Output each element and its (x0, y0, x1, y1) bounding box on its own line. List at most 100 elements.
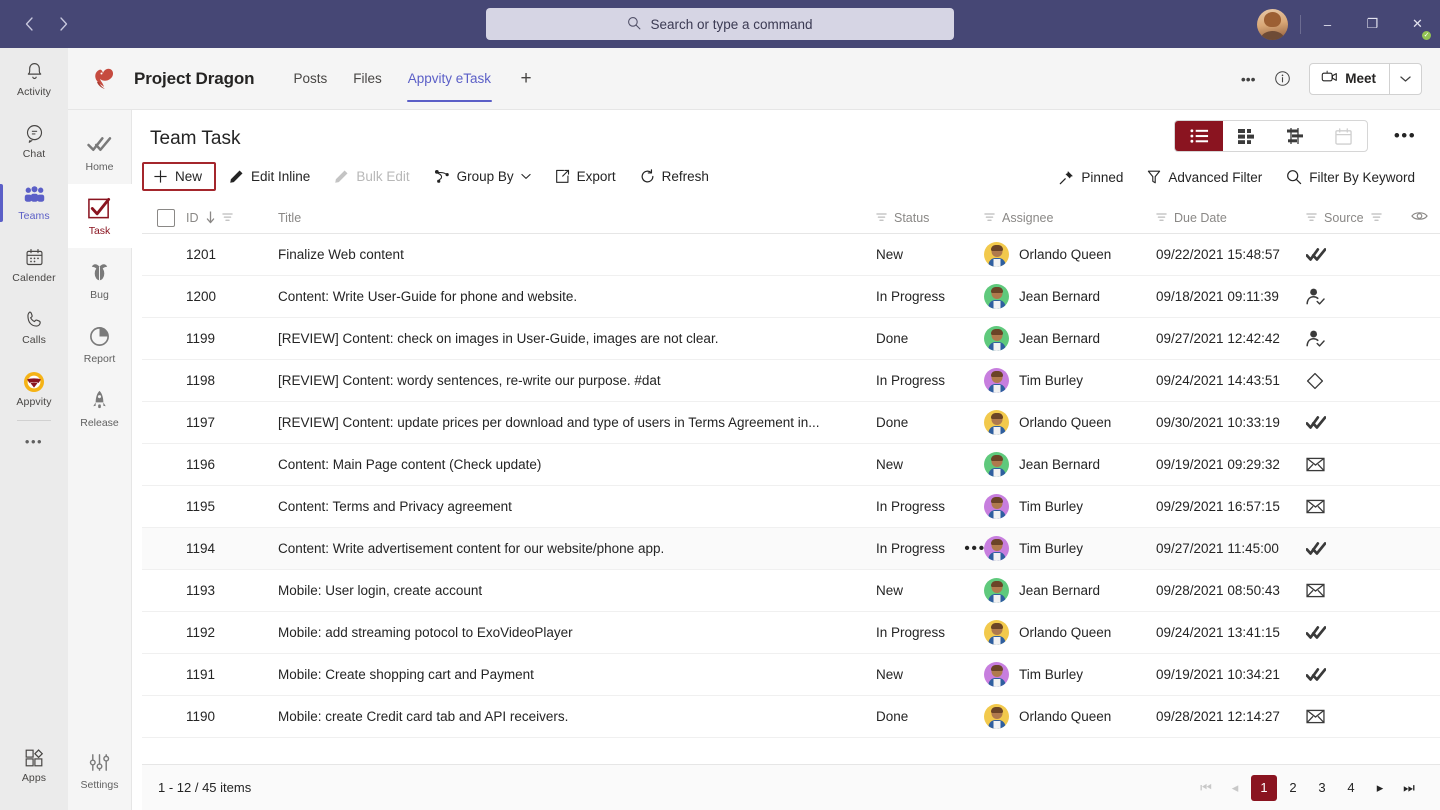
table-row[interactable]: 1193 Mobile: User login, create account … (142, 570, 1440, 612)
user-avatar[interactable] (1257, 9, 1288, 40)
app-nav-item-release[interactable]: Release (68, 376, 132, 440)
channel-header-actions: ••• Meet (1233, 63, 1422, 95)
table-row[interactable]: 1201 Finalize Web content New Orlando Qu… (142, 234, 1440, 276)
column-header-source[interactable]: Source (1306, 211, 1398, 225)
column-header-assignee[interactable]: Assignee (984, 211, 1156, 225)
group-by-button[interactable]: Group By (423, 162, 542, 191)
cell-title[interactable]: [REVIEW] Content: check on images in Use… (278, 331, 876, 346)
table-row[interactable]: 1197 [REVIEW] Content: update prices per… (142, 402, 1440, 444)
avatar (984, 536, 1009, 561)
list-view-button[interactable] (1175, 121, 1223, 151)
pinned-button[interactable]: Pinned (1048, 163, 1134, 192)
select-all-checkbox[interactable] (157, 209, 175, 227)
sidebar-item-calendar[interactable]: Calender (0, 234, 68, 296)
advanced-filter-button[interactable]: Advanced Filter (1136, 162, 1273, 192)
channel-header: Project Dragon Posts Files Appvity eTask… (68, 48, 1440, 110)
column-visibility-button[interactable] (1398, 210, 1440, 225)
close-button[interactable]: ✕ (1395, 0, 1440, 48)
cell-title[interactable]: Mobile: create Credit card tab and API r… (278, 709, 876, 724)
table-row[interactable]: 1194 Content: Write advertisement conten… (142, 528, 1440, 570)
app-nav-item-home[interactable]: Home (68, 120, 132, 184)
pagination-next[interactable]: ▸ (1367, 775, 1393, 801)
cell-title[interactable]: Content: Write User-Guide for phone and … (278, 289, 876, 304)
refresh-button[interactable]: Refresh (629, 162, 720, 191)
cell-source (1306, 709, 1398, 724)
pagination-page-2[interactable]: 2 (1280, 775, 1306, 801)
gantt-view-button[interactable] (1271, 121, 1319, 151)
app-nav-item-report[interactable]: Report (68, 312, 132, 376)
calendar-view-button[interactable] (1319, 121, 1367, 151)
column-header-id[interactable]: ID (186, 211, 278, 225)
global-search[interactable]: Search or type a command (486, 8, 954, 40)
table-row[interactable]: 1195 Content: Terms and Privacy agreemen… (142, 486, 1440, 528)
cell-id: 1197 (186, 415, 278, 430)
info-icon[interactable] (1267, 64, 1297, 94)
minimize-button[interactable]: – (1305, 0, 1350, 48)
pagination-page-1[interactable]: 1 (1251, 775, 1277, 801)
cell-title[interactable]: Finalize Web content (278, 247, 876, 262)
pagination-page-4[interactable]: 4 (1338, 775, 1364, 801)
view-more-button[interactable]: ••• (1388, 120, 1422, 152)
table-row[interactable]: 1198 [REVIEW] Content: wordy sentences, … (142, 360, 1440, 402)
forward-button[interactable] (48, 9, 78, 39)
column-header-title[interactable]: Title (278, 211, 876, 225)
table-row[interactable]: 1199 [REVIEW] Content: check on images i… (142, 318, 1440, 360)
filter-icon-assignee[interactable] (984, 212, 995, 223)
table-row[interactable]: 1192 Mobile: add streaming potocol to Ex… (142, 612, 1440, 654)
bulk-edit-button[interactable]: Bulk Edit (323, 162, 420, 191)
cell-source (1306, 457, 1398, 472)
filter-icon-id[interactable] (222, 212, 233, 223)
meet-dropdown-chevron-down-icon[interactable] (1389, 64, 1421, 94)
sidebar-item-activity[interactable]: Activity (0, 48, 68, 110)
cell-title[interactable]: Mobile: add streaming potocol to ExoVide… (278, 625, 876, 640)
cell-title[interactable]: Content: Main Page content (Check update… (278, 457, 876, 472)
back-button[interactable] (14, 9, 44, 39)
table-row[interactable]: 1190 Mobile: create Credit card tab and … (142, 696, 1440, 738)
tab-appvity-etask[interactable]: Appvity eTask (395, 48, 504, 110)
meet-button[interactable]: Meet (1309, 63, 1422, 95)
pagination-last[interactable]: ⏭ (1396, 775, 1422, 801)
new-button[interactable]: New (142, 162, 216, 191)
add-tab-button[interactable]: + (512, 65, 540, 93)
filter-icon-source-right[interactable] (1371, 212, 1382, 223)
meet-main[interactable]: Meet (1310, 64, 1389, 94)
tab-files[interactable]: Files (340, 48, 395, 110)
app-nav-label: Report (84, 353, 116, 365)
filter-icon-due-date[interactable] (1156, 212, 1167, 223)
sidebar-item-chat[interactable]: Chat (0, 110, 68, 172)
search-input[interactable]: Search or type a command (486, 8, 954, 40)
table-row[interactable]: 1200 Content: Write User-Guide for phone… (142, 276, 1440, 318)
cell-title[interactable]: Mobile: Create shopping cart and Payment (278, 667, 876, 682)
apps-icon (23, 747, 45, 769)
tab-posts[interactable]: Posts (280, 48, 340, 110)
app-nav-item-task[interactable]: Task (68, 184, 132, 248)
column-header-status[interactable]: Status (876, 211, 984, 225)
table-row[interactable]: 1191 Mobile: Create shopping cart and Pa… (142, 654, 1440, 696)
rail-more-button[interactable]: ••• (0, 421, 68, 461)
cell-title[interactable]: [REVIEW] Content: wordy sentences, re-wr… (278, 373, 876, 388)
column-header-due-date[interactable]: Due Date (1156, 211, 1306, 225)
cell-title[interactable]: Content: Terms and Privacy agreement (278, 499, 876, 514)
filter-icon-source-left[interactable] (1306, 212, 1317, 223)
cell-title[interactable]: [REVIEW] Content: update prices per down… (278, 415, 876, 430)
sidebar-item-teams[interactable]: Teams (0, 172, 68, 234)
edit-inline-button[interactable]: Edit Inline (218, 162, 321, 191)
filter-icon-status[interactable] (876, 212, 887, 223)
board-view-button[interactable] (1223, 121, 1271, 151)
app-nav-item-settings[interactable]: Settings (68, 738, 132, 802)
chevron-down-icon (521, 173, 531, 180)
maximize-button[interactable]: ❐ (1350, 0, 1395, 48)
filter-by-keyword-button[interactable]: Filter By Keyword (1275, 162, 1426, 192)
sidebar-item-label: Activity (17, 86, 51, 98)
export-button[interactable]: Export (544, 162, 627, 191)
cell-title[interactable]: Content: Write advertisement content for… (278, 541, 876, 556)
cell-title[interactable]: Mobile: User login, create account (278, 583, 876, 598)
pagination-page-3[interactable]: 3 (1309, 775, 1335, 801)
sidebar-item-apps[interactable]: Apps (0, 734, 68, 796)
table-row[interactable]: 1196 Content: Main Page content (Check u… (142, 444, 1440, 486)
channel-more-button[interactable]: ••• (1233, 64, 1263, 94)
app-nav-item-bug[interactable]: Bug (68, 248, 132, 312)
sort-descending-icon[interactable] (206, 211, 215, 224)
sidebar-item-calls[interactable]: Calls (0, 296, 68, 358)
sidebar-item-appvity[interactable]: Appvity (0, 358, 68, 420)
